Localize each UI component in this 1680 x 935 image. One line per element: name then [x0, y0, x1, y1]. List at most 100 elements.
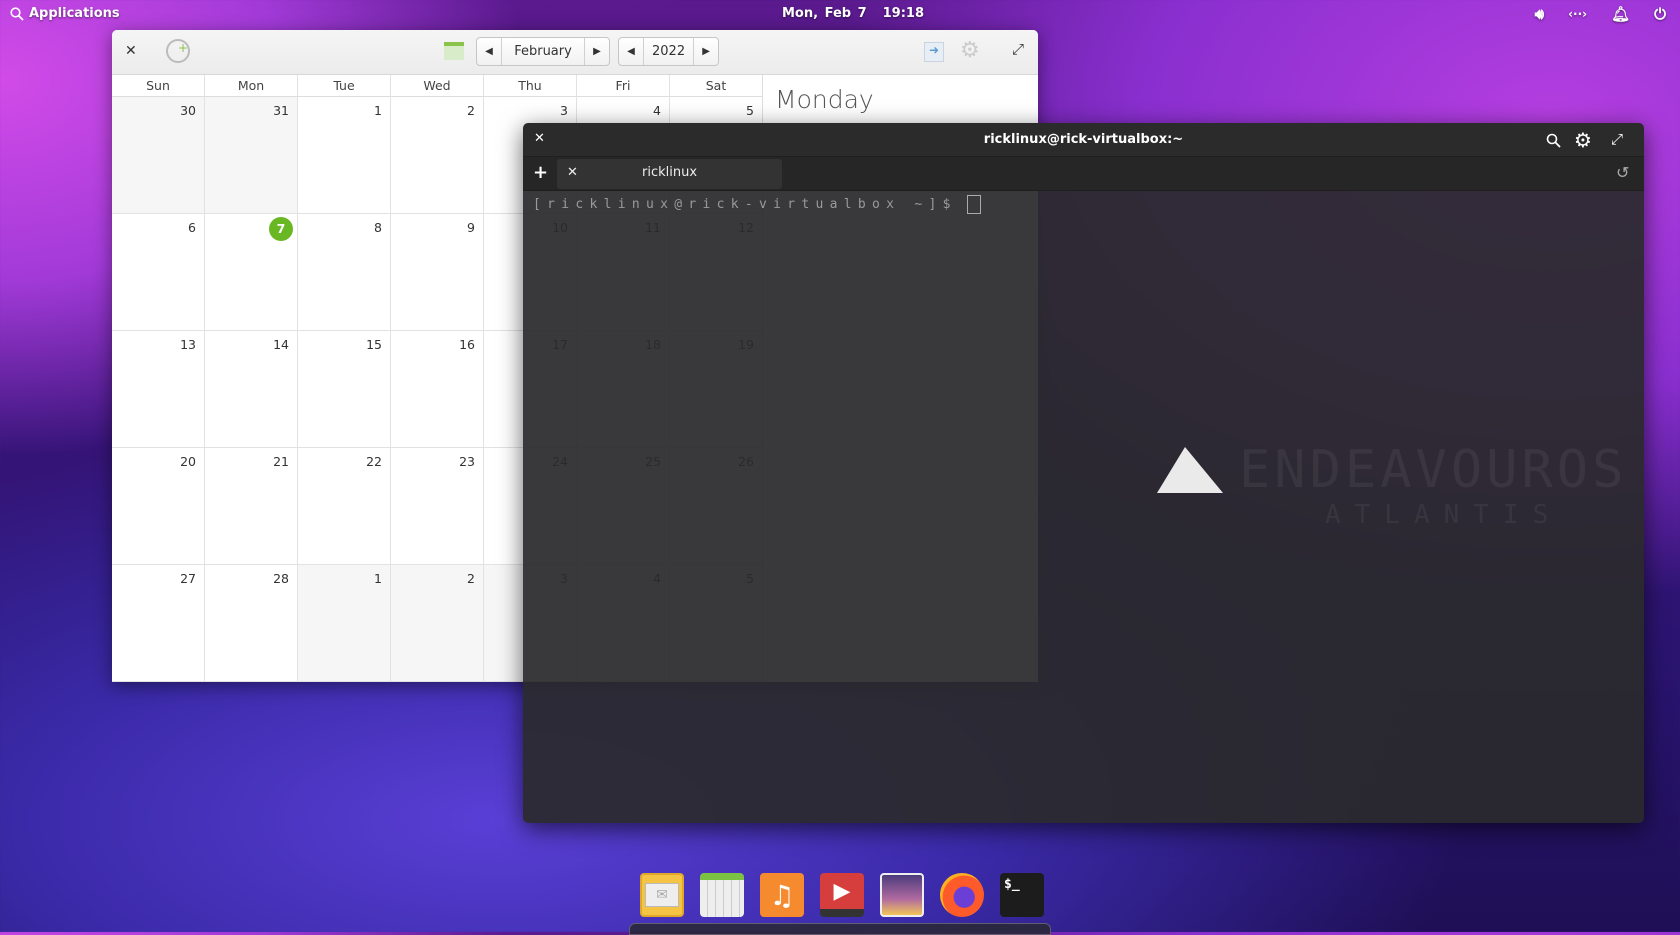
day-cell[interactable]: 16 — [391, 331, 484, 448]
day-cell[interactable]: 30 — [112, 97, 205, 214]
shell-prompt: [ricklinux@rick-virtualbox ~]$ — [533, 197, 957, 212]
day-number: 30 — [180, 103, 196, 118]
agenda-day-heading: Monday — [775, 85, 874, 114]
day-number: 9 — [467, 220, 475, 235]
day-cell[interactable]: 13 — [112, 331, 205, 448]
terminal-tab-bar: + ✕ ricklinux ↺ — [523, 157, 1644, 191]
top-panel: Applications Mon, Feb 7 19:18 🔊︎ ‹··› 🔔︎ … — [0, 0, 1680, 28]
next-month-button[interactable]: ▶ — [585, 38, 609, 65]
tab-label: ricklinux — [641, 165, 698, 180]
day-cell[interactable]: 15 — [298, 331, 391, 448]
date-text: Mon, Feb 7 — [782, 6, 867, 21]
network-icon[interactable]: ‹··› — [1568, 7, 1587, 23]
day-cell[interactable]: 31 — [205, 97, 298, 214]
day-number: 3 — [560, 103, 568, 118]
videos-app-icon[interactable]: ▶ — [820, 873, 864, 917]
day-number: 2 — [467, 103, 475, 118]
weekday-label: Fri — [577, 75, 670, 97]
terminal-window: ✕ ricklinux@rick-virtualbox:~ ⚙ ⤢ + ✕ ri… — [523, 123, 1644, 823]
calendar-app-icon[interactable] — [700, 873, 744, 917]
day-cell[interactable]: 9 — [391, 214, 484, 331]
weekday-label: Sat — [670, 75, 763, 97]
weekday-header: Sun Mon Tue Wed Thu Fri Sat — [112, 75, 763, 97]
dock: ✉ ♫ ▶ $_ — [640, 873, 1044, 917]
firefox-app-icon[interactable] — [940, 873, 984, 917]
day-cell[interactable]: 8 — [298, 214, 391, 331]
add-event-icon[interactable]: + — [166, 39, 190, 63]
day-number: 2 — [467, 571, 475, 586]
day-number: 1 — [374, 103, 382, 118]
settings-gear-icon[interactable]: ⚙ — [1574, 128, 1592, 152]
terminal-tab[interactable]: ✕ ricklinux — [557, 159, 782, 189]
day-number: 20 — [180, 454, 196, 469]
next-year-button[interactable]: ▶ — [694, 38, 718, 65]
day-cell[interactable]: 22 — [298, 448, 391, 565]
month-switcher: ◀ February ▶ — [476, 37, 610, 66]
terminal-output[interactable]: [ricklinux@rick-virtualbox ~]$ — [523, 191, 1644, 823]
weekday-label: Tue — [298, 75, 391, 97]
settings-gear-icon[interactable]: ⚙ — [960, 38, 980, 63]
power-icon[interactable]: ⏻ — [1654, 5, 1666, 23]
day-number: 16 — [459, 337, 475, 352]
text-cursor — [966, 195, 981, 214]
volume-icon[interactable]: 🔊︎ — [1535, 5, 1544, 23]
date-time-indicator[interactable]: Mon, Feb 7 19:18 — [782, 6, 924, 21]
search-icon — [10, 6, 24, 21]
day-number: 8 — [374, 220, 382, 235]
close-icon[interactable]: ✕ — [125, 43, 137, 59]
day-cell[interactable]: 21 — [205, 448, 298, 565]
day-cell[interactable]: 1 — [298, 97, 391, 214]
day-cell[interactable]: 6 — [112, 214, 205, 331]
day-number: 22 — [366, 454, 382, 469]
day-cell[interactable]: 2 — [391, 565, 484, 682]
day-cell[interactable]: 27 — [112, 565, 205, 682]
previous-month-button[interactable]: ◀ — [477, 38, 501, 65]
day-number: 5 — [746, 103, 754, 118]
day-cell[interactable]: 1 — [298, 565, 391, 682]
day-number: 13 — [180, 337, 196, 352]
new-tab-plus-icon[interactable]: + — [533, 162, 548, 183]
day-number: 23 — [459, 454, 475, 469]
month-label: February — [501, 38, 585, 65]
year-label: 2022 — [643, 38, 695, 65]
maximize-icon[interactable]: ⤢ — [1611, 130, 1623, 148]
year-switcher: ◀ 2022 ▶ — [618, 37, 720, 66]
day-number: 4 — [653, 103, 661, 118]
calendar-toolbar: ✕ + ◀ February ▶ ◀ 2022 ▶ ➜ ⚙ ⤢ — [112, 30, 1038, 75]
music-app-icon[interactable]: ♫ — [760, 873, 804, 917]
day-number: 31 — [273, 103, 289, 118]
notification-bell-icon[interactable]: 🔔︎ — [1611, 5, 1630, 23]
day-number: 28 — [273, 571, 289, 586]
mail-app-icon[interactable]: ✉ — [640, 873, 684, 917]
photos-app-icon[interactable] — [880, 873, 924, 917]
dock-background — [629, 923, 1051, 935]
search-icon[interactable] — [1546, 133, 1561, 148]
previous-year-button[interactable]: ◀ — [619, 38, 643, 65]
weekday-label: Mon — [205, 75, 298, 97]
today-icon[interactable] — [444, 42, 464, 60]
day-number: 15 — [366, 337, 382, 352]
day-cell[interactable]: 2 — [391, 97, 484, 214]
terminal-app-icon[interactable]: $_ — [1000, 873, 1044, 917]
day-number: 21 — [273, 454, 289, 469]
day-number: 27 — [180, 571, 196, 586]
day-number: 6 — [188, 220, 196, 235]
day-number: 14 — [273, 337, 289, 352]
weekday-label: Wed — [391, 75, 484, 97]
export-icon[interactable]: ➜ — [924, 42, 944, 62]
day-cell[interactable]: 23 — [391, 448, 484, 565]
applications-label: Applications — [29, 6, 120, 21]
terminal-titlebar: ✕ ricklinux@rick-virtualbox:~ ⚙ ⤢ — [523, 123, 1644, 157]
weekday-label: Sun — [112, 75, 205, 97]
day-number: 1 — [374, 571, 382, 586]
applications-menu-button[interactable]: Applications — [10, 6, 120, 21]
day-cell[interactable]: 20 — [112, 448, 205, 565]
history-icon[interactable]: ↺ — [1616, 163, 1629, 182]
day-number: 7 — [269, 217, 293, 241]
terminal-title: ricklinux@rick-virtualbox:~ — [983, 132, 1184, 147]
maximize-icon[interactable]: ⤢ — [1012, 40, 1024, 58]
day-cell[interactable]: 7 — [205, 214, 298, 331]
day-cell[interactable]: 14 — [205, 331, 298, 448]
day-cell[interactable]: 28 — [205, 565, 298, 682]
time-text: 19:18 — [882, 6, 925, 21]
